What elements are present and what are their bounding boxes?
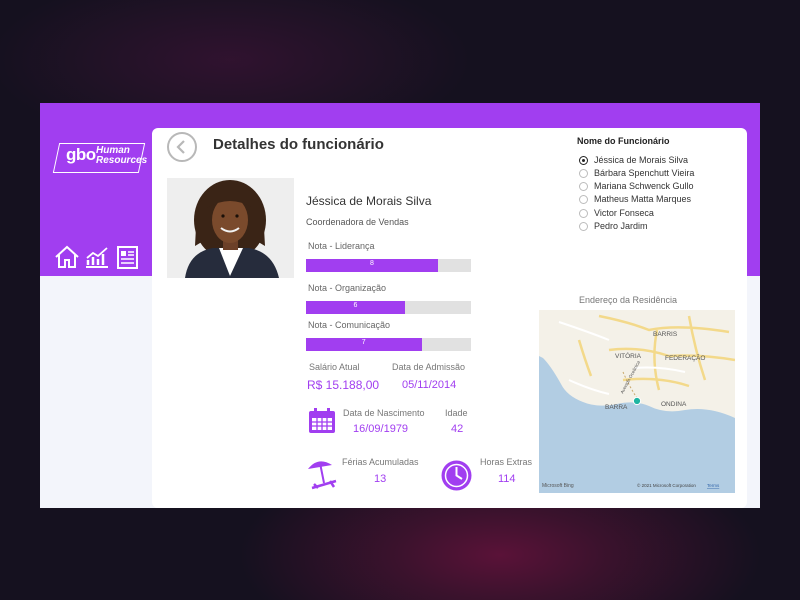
organization-bar: 6: [306, 301, 471, 314]
svg-text:ONDINA: ONDINA: [661, 401, 687, 408]
radio-icon[interactable]: [579, 169, 588, 178]
communication-label: Nota - Comunicação: [308, 320, 391, 330]
admission-label: Data de Admissão: [392, 362, 466, 372]
salary-label: Salário Atual: [309, 362, 360, 372]
admission-value: 05/11/2014: [402, 379, 457, 391]
organization-value: 6: [353, 302, 358, 309]
radio-icon[interactable]: [579, 195, 588, 204]
chart-icon[interactable]: [84, 245, 110, 269]
chevron-left-icon: [176, 140, 185, 154]
employee-card: Detalhes do funcionário Jéssica de Morai…: [152, 128, 747, 508]
map-title: Endereço da Residência: [579, 295, 678, 305]
overtime-value: 114: [498, 473, 516, 485]
employee-photo: [167, 178, 294, 278]
report-page: gbo Human Resources Detalhes do funcionár…: [40, 103, 760, 508]
svg-text:© 2021 Microsoft Corporation: © 2021 Microsoft Corporation: [637, 482, 696, 488]
radio-icon[interactable]: [579, 182, 588, 191]
document-icon[interactable]: [115, 245, 141, 269]
page-title: Detalhes do funcionário: [213, 136, 384, 153]
svg-text:BARRIS: BARRIS: [653, 331, 678, 338]
vacation-label: Férias Acumuladas: [342, 457, 419, 467]
age-label: Idade: [445, 408, 468, 418]
logo-subtitle: Human Resources: [96, 145, 148, 166]
svg-text:BARRA: BARRA: [605, 404, 628, 411]
beach-umbrella-icon: [308, 461, 337, 490]
radio-icon[interactable]: [579, 209, 588, 218]
age-value: 42: [451, 423, 464, 435]
radio-icon[interactable]: [579, 222, 588, 231]
leadership-value: 8: [370, 260, 374, 267]
overtime-label: Horas Extras: [480, 457, 533, 467]
organization-label: Nota - Organização: [308, 283, 387, 293]
company-logo: gbo Human Resources: [52, 143, 148, 175]
leadership-label: Nota - Liderança: [308, 241, 375, 251]
salary-value: R$ 15.188,00: [307, 378, 380, 392]
birth-label: Data de Nascimento: [343, 408, 425, 418]
residence-map[interactable]: BARRIS VITÓRIA FEDERAÇÃO BARRA ONDINA Av…: [539, 310, 735, 493]
clock-icon: [441, 460, 472, 491]
employee-name: Jéssica de Morais Silva: [306, 194, 432, 208]
communication-bar: 7: [306, 338, 471, 351]
leadership-bar: 8: [306, 259, 471, 272]
map-pin-icon[interactable]: [632, 396, 642, 406]
svg-text:VITÓRIA: VITÓRIA: [615, 351, 642, 360]
vacation-value: 13: [374, 473, 387, 485]
svg-text:FEDERAÇÃO: FEDERAÇÃO: [665, 353, 705, 362]
birth-value: 16/09/1979: [353, 423, 409, 435]
communication-value: 7: [361, 339, 366, 346]
calendar-icon: [309, 408, 335, 433]
logo-brand: gbo: [66, 145, 96, 164]
svg-text:Microsoft Bing: Microsoft Bing: [542, 483, 574, 489]
back-button[interactable]: [167, 132, 197, 162]
radio-selected-icon[interactable]: [579, 156, 588, 165]
employee-role: Coordenadora de Vendas: [306, 217, 409, 227]
employee-slicer-title: Nome do Funcionário: [577, 136, 670, 146]
home-icon[interactable]: [54, 245, 80, 269]
svg-text:Terms: Terms: [707, 483, 720, 488]
